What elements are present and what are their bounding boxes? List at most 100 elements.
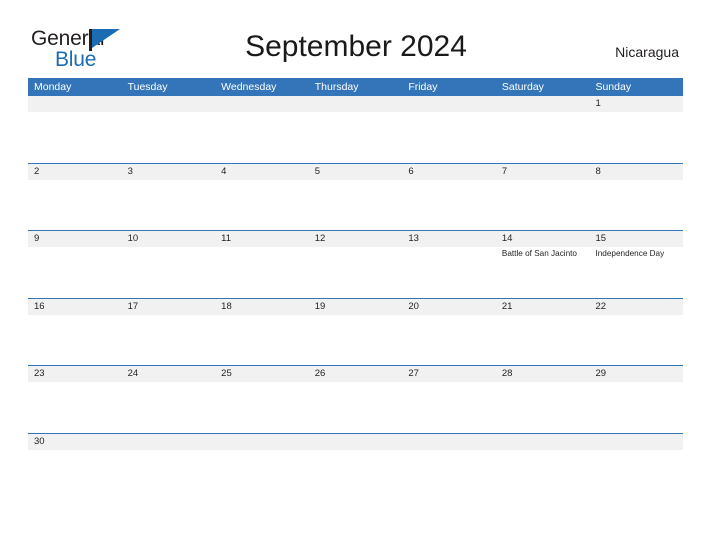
day-cell-13[interactable]: 13 <box>402 231 496 298</box>
weekday-header-monday: Monday <box>34 81 72 93</box>
page-header: General Blue September 2024 Nicaragua <box>0 0 712 78</box>
day-cell-25[interactable]: 25 <box>215 366 309 433</box>
day-cell-empty <box>402 434 496 501</box>
day-cell-1[interactable]: 1 <box>589 96 683 163</box>
day-cell-9[interactable]: 9 <box>28 231 122 298</box>
day-cell-26[interactable]: 26 <box>309 366 403 433</box>
day-cell-19[interactable]: 19 <box>309 299 403 366</box>
weekday-header-row: Monday Tuesday Wednesday Thursday Friday Satu… <box>28 78 683 96</box>
day-cell-20[interactable]: 20 <box>402 299 496 366</box>
calendar-week-row: 2 3 4 5 6 7 8 <box>28 162 683 231</box>
day-number: 6 <box>408 165 414 177</box>
day-number: 28 <box>501 368 513 380</box>
day-cell-3[interactable]: 3 <box>122 164 216 231</box>
day-events <box>315 247 403 249</box>
day-cell-29[interactable]: 29 <box>589 366 683 433</box>
day-events <box>502 180 590 182</box>
day-cell-18[interactable]: 18 <box>215 299 309 366</box>
day-cell-4[interactable]: 4 <box>215 164 309 231</box>
day-events <box>315 180 403 182</box>
day-events <box>408 112 496 114</box>
calendar-week-row: 9 10 11 12 13 14 Battle of San Jacinto 15 Indepe… <box>28 230 683 298</box>
day-number: 26 <box>314 368 326 380</box>
day-events <box>315 112 403 114</box>
day-number: 23 <box>34 368 45 380</box>
day-events <box>34 382 122 384</box>
week-cells: 16 17 18 19 20 21 22 <box>28 299 683 366</box>
page-title: September 2024 <box>245 30 467 63</box>
day-cell-6[interactable]: 6 <box>402 164 496 231</box>
day-events: Battle of San Jacinto <box>502 247 590 260</box>
calendar-page: General Blue September 2024 Nicaragua Mo… <box>0 0 712 550</box>
day-number: 5 <box>314 165 321 177</box>
day-number <box>315 434 403 450</box>
day-events <box>595 315 683 317</box>
day-number: 20 <box>408 300 419 312</box>
day-events <box>34 315 122 317</box>
day-cell-21[interactable]: 21 <box>496 299 590 366</box>
day-number: 18 <box>221 300 232 312</box>
day-events <box>34 180 122 182</box>
day-events <box>408 180 496 182</box>
holiday-event: Battle of San Jacinto <box>501 249 577 259</box>
day-events <box>221 382 309 384</box>
day-cell-7[interactable]: 7 <box>496 164 590 231</box>
day-cell-empty <box>122 434 216 501</box>
day-events <box>221 112 309 114</box>
day-number: 3 <box>127 165 133 177</box>
day-cell-empty <box>215 434 309 501</box>
day-events <box>408 247 496 249</box>
day-events <box>315 315 403 317</box>
day-cell-14[interactable]: 14 Battle of San Jacinto <box>496 231 590 298</box>
day-events <box>595 112 683 114</box>
day-cell-22[interactable]: 22 <box>589 299 683 366</box>
country-label: Nicaragua <box>615 44 679 60</box>
day-cell-12[interactable]: 12 <box>309 231 403 298</box>
day-cell-27[interactable]: 27 <box>402 366 496 433</box>
day-cell-5[interactable]: 5 <box>309 164 403 231</box>
day-number: 19 <box>314 300 326 312</box>
day-cell-24[interactable]: 24 <box>122 366 216 433</box>
day-number <box>128 96 216 112</box>
day-number <box>502 434 590 450</box>
day-number: 15 <box>595 233 607 245</box>
calendar-week-row: 16 17 18 19 20 21 22 <box>28 297 683 366</box>
day-cell-16[interactable]: 16 <box>28 299 122 366</box>
day-cell-15[interactable]: 15 Independence Day <box>589 231 683 298</box>
day-number <box>128 434 216 450</box>
weekday-header-thursday: Thursday <box>314 81 359 93</box>
day-events <box>595 450 683 452</box>
day-number: 14 <box>501 233 513 245</box>
day-number: 17 <box>127 300 139 312</box>
day-cell-23[interactable]: 23 <box>28 366 122 433</box>
weekday-header-sunday: Sunday <box>595 81 632 93</box>
day-number: 4 <box>221 165 227 177</box>
day-events <box>502 315 590 317</box>
day-cell-28[interactable]: 28 <box>496 366 590 433</box>
calendar-week-row: 23 24 25 26 27 28 29 <box>28 365 683 433</box>
day-cell-10[interactable]: 10 <box>122 231 216 298</box>
day-events <box>128 247 216 249</box>
day-cell-30[interactable]: 30 <box>28 434 122 501</box>
day-number <box>221 96 309 112</box>
day-events <box>408 450 496 452</box>
day-cell-empty <box>496 434 590 501</box>
day-number: 10 <box>127 233 139 245</box>
day-number: 9 <box>34 233 40 245</box>
day-cell-8[interactable]: 8 <box>589 164 683 231</box>
day-cell-2[interactable]: 2 <box>28 164 122 231</box>
day-cell-empty <box>402 96 496 163</box>
week-cells: 23 24 25 26 27 28 29 <box>28 366 683 433</box>
day-events <box>128 450 216 452</box>
day-cell-empty <box>215 96 309 163</box>
day-cell-17[interactable]: 17 <box>122 299 216 366</box>
day-number <box>408 434 496 450</box>
day-number: 2 <box>34 165 40 177</box>
day-number: 12 <box>314 233 326 245</box>
day-cell-11[interactable]: 11 <box>215 231 309 298</box>
calendar-week-row: 1 <box>28 96 683 163</box>
day-number: 11 <box>221 233 232 245</box>
day-events <box>502 382 590 384</box>
weekday-header-saturday: Saturday <box>501 81 544 93</box>
day-events <box>502 450 590 452</box>
